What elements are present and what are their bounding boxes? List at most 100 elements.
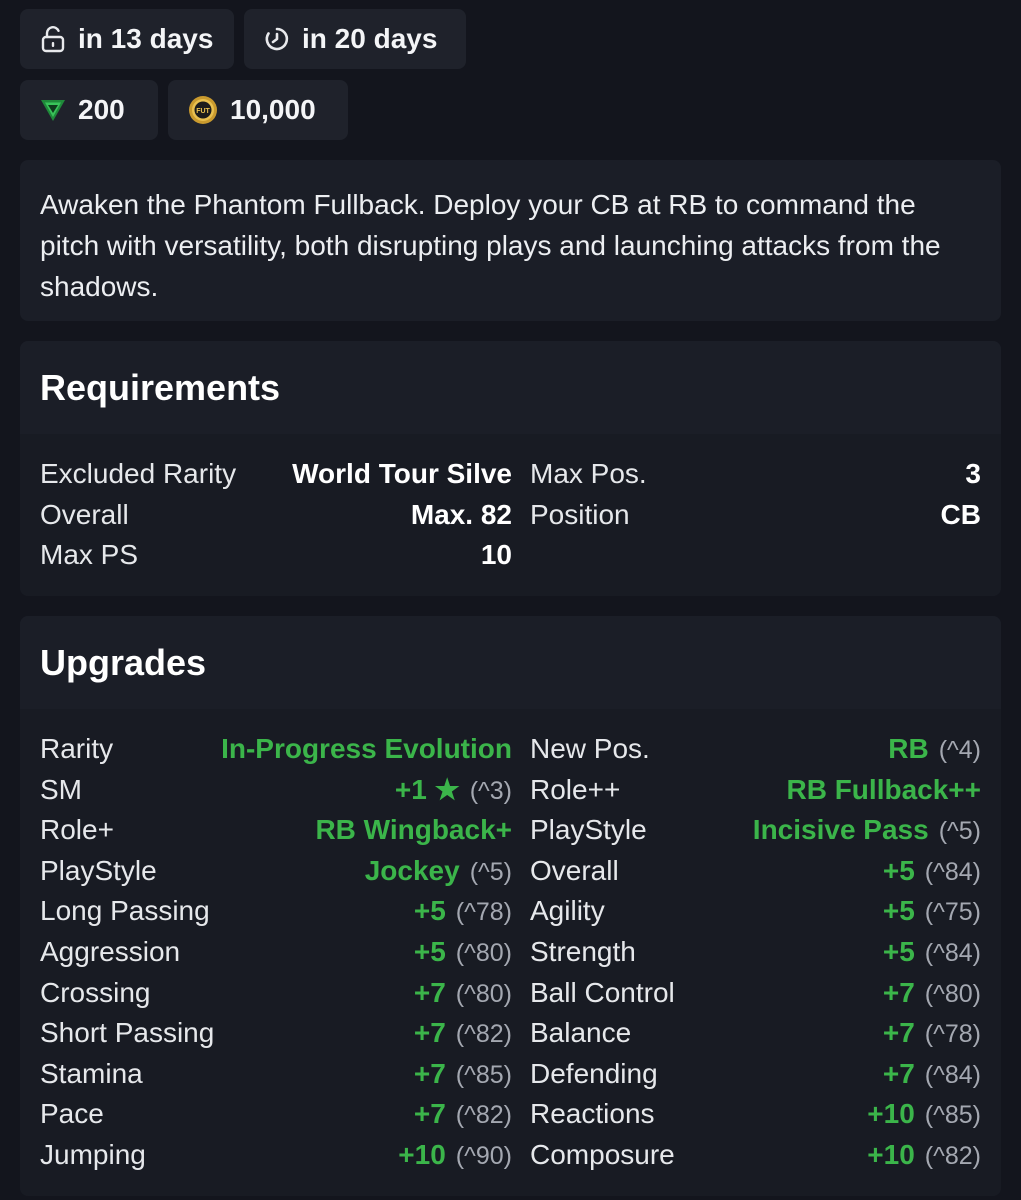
timer-icon [265,27,289,51]
upgrade-label: Balance [530,1017,632,1049]
upgrade-value: +5 [882,936,915,967]
expiry-timer-chip: in 20 days [244,9,466,69]
upgrade-value-group: +10 (^85) [867,1098,981,1130]
upgrade-label: Aggression [40,936,181,967]
upgrade-value-group: +5 (^75) [883,895,981,927]
upgrade-label: Short Passing [40,1017,215,1049]
fut-points-icon [41,100,65,121]
upgrade-value: In-Progress Evolution [221,733,512,764]
upgrade-label: Ball Control [530,976,675,1008]
requirement-value: CB [940,499,981,530]
upgrade-row: Composure +10 (^82) [530,1135,981,1175]
upgrade-row: Long Passing +5 (^78) [40,891,512,931]
requirement-value: 3 [965,458,981,489]
upgrade-value: Incisive Pass [752,814,929,846]
upgrade-cap: (^5) [938,817,981,846]
upgrade-value-group: +7 (^85) [414,1058,512,1090]
requirement-value: 10 [480,539,512,570]
upgrade-cap: (^3) [469,777,512,806]
requirement-label: Overall [40,499,129,530]
upgrade-value: +5 [882,895,915,927]
upgrade-value: Jockey [364,854,460,886]
upgrade-value-group: +7 (^82) [414,1017,512,1049]
upgrade-label: Jumping [40,1139,146,1170]
upgrade-cap: (^80) [455,979,512,1008]
upgrade-label: Long Passing [40,895,210,927]
points-cost-chip: 200 [20,80,158,140]
upgrade-value: +7 [882,1017,915,1049]
unlock-timer-text: in 13 days [78,23,214,54]
upgrade-value-group: +7 (^82) [414,1098,512,1130]
upgrade-cap: (^4) [938,736,981,764]
points-cost-text: 200 [78,94,125,125]
upgrade-cap: (^84) [924,939,981,967]
upgrades-panel: Upgrades Rarity In-Progress Evolution SM +1… [20,616,1001,1196]
upgrade-value-group: +10 (^90) [398,1139,512,1171]
upgrade-label: Rarity [40,733,114,764]
upgrade-row: Crossing +7 (^80) [40,973,512,1013]
upgrade-value-group: +7 (^84) [883,1058,981,1090]
requirement-value: Max. 82 [410,499,512,530]
upgrade-value-group: +5 (^84) [883,936,981,968]
upgrade-label: New Pos. [530,733,650,764]
requirements-title: Requirements [20,341,1001,434]
upgrade-label: Composure [530,1139,675,1170]
requirement-label: Excluded Rarity [40,458,237,489]
requirement-row: Max Pos. 3 [530,454,981,494]
requirement-label: Max PS [40,539,139,570]
upgrade-cap: (^75) [924,898,981,927]
upgrade-value-group: RB Wingback+ [315,814,512,846]
upgrades-title: Upgrades [20,616,1001,709]
upgrade-value: RB [888,733,929,764]
upgrade-row: Overall +5 (^84) [530,851,981,891]
upgrade-row: SM +1 ★ (^3) [40,770,512,810]
upgrade-label: Role+ [40,814,114,846]
svg-text:FUT: FUT [196,108,210,115]
requirement-row: Max PS 10 [40,535,512,575]
upgrade-row: Strength +5 (^84) [530,932,981,972]
requirement-label: Position [530,499,630,530]
upgrade-row: Rarity In-Progress Evolution [40,729,512,769]
upgrade-cap: (^82) [455,1101,512,1130]
upgrade-value-group: In-Progress Evolution [221,733,512,765]
upgrade-label: Reactions [530,1098,655,1130]
upgrade-label: PlayStyle [40,854,157,886]
upgrade-label: Pace [40,1098,104,1130]
upgrade-cap: (^80) [455,939,512,967]
upgrade-label: Agility [530,895,605,927]
upgrade-value-group: +5 (^84) [883,855,981,887]
upgrade-label: Strength [530,936,636,967]
upgrade-value-group: RB Fullback++ [786,774,981,806]
upgrade-value-group: +7 (^78) [883,1017,981,1049]
upgrade-row: Stamina +7 (^85) [40,1054,512,1094]
upgrade-row: Ball Control +7 (^80) [530,973,981,1013]
upgrade-row: PlayStyle Incisive Pass (^5) [530,810,981,850]
requirements-body: Excluded Rarity World Tour Silve Overall… [20,434,1001,596]
upgrade-value: +7 [413,1017,446,1049]
upgrade-row: Aggression +5 (^80) [40,932,512,972]
upgrade-value: +10 [398,1139,446,1170]
requirement-row: Excluded Rarity World Tour Silve [40,454,512,494]
upgrade-cap: (^84) [924,1060,981,1089]
upgrade-row: Pace +7 (^82) [40,1094,512,1134]
fut-coins-icon: FUT [189,96,217,124]
upgrade-value: RB Wingback+ [315,814,512,846]
upgrade-value-group: RB (^4) [888,733,981,765]
upgrade-label: Defending [530,1057,658,1089]
evolution-description: Awaken the Phantom Fullback. Deploy your… [20,160,1001,321]
upgrade-value: +1 ★ [394,774,460,806]
upgrade-row: Reactions +10 (^85) [530,1094,981,1134]
upgrade-value-group: +5 (^78) [414,895,512,927]
upgrade-cap: (^82) [924,1142,981,1170]
requirement-row: Overall Max. 82 [40,495,512,535]
upgrade-cap: (^90) [455,1142,512,1170]
upgrade-value-group: Jockey (^5) [365,855,512,887]
upgrade-row: Jumping +10 (^90) [40,1135,512,1175]
coins-cost-chip: FUT 10,000 [168,80,348,140]
upgrade-value: +7 [413,1057,446,1089]
upgrade-value: +7 [413,1098,446,1130]
upgrade-value: RB Fullback++ [786,773,981,805]
upgrade-value: +10 [867,1098,915,1130]
upgrade-row: Role+ RB Wingback+ [40,810,512,850]
upgrade-label: PlayStyle [530,814,647,846]
